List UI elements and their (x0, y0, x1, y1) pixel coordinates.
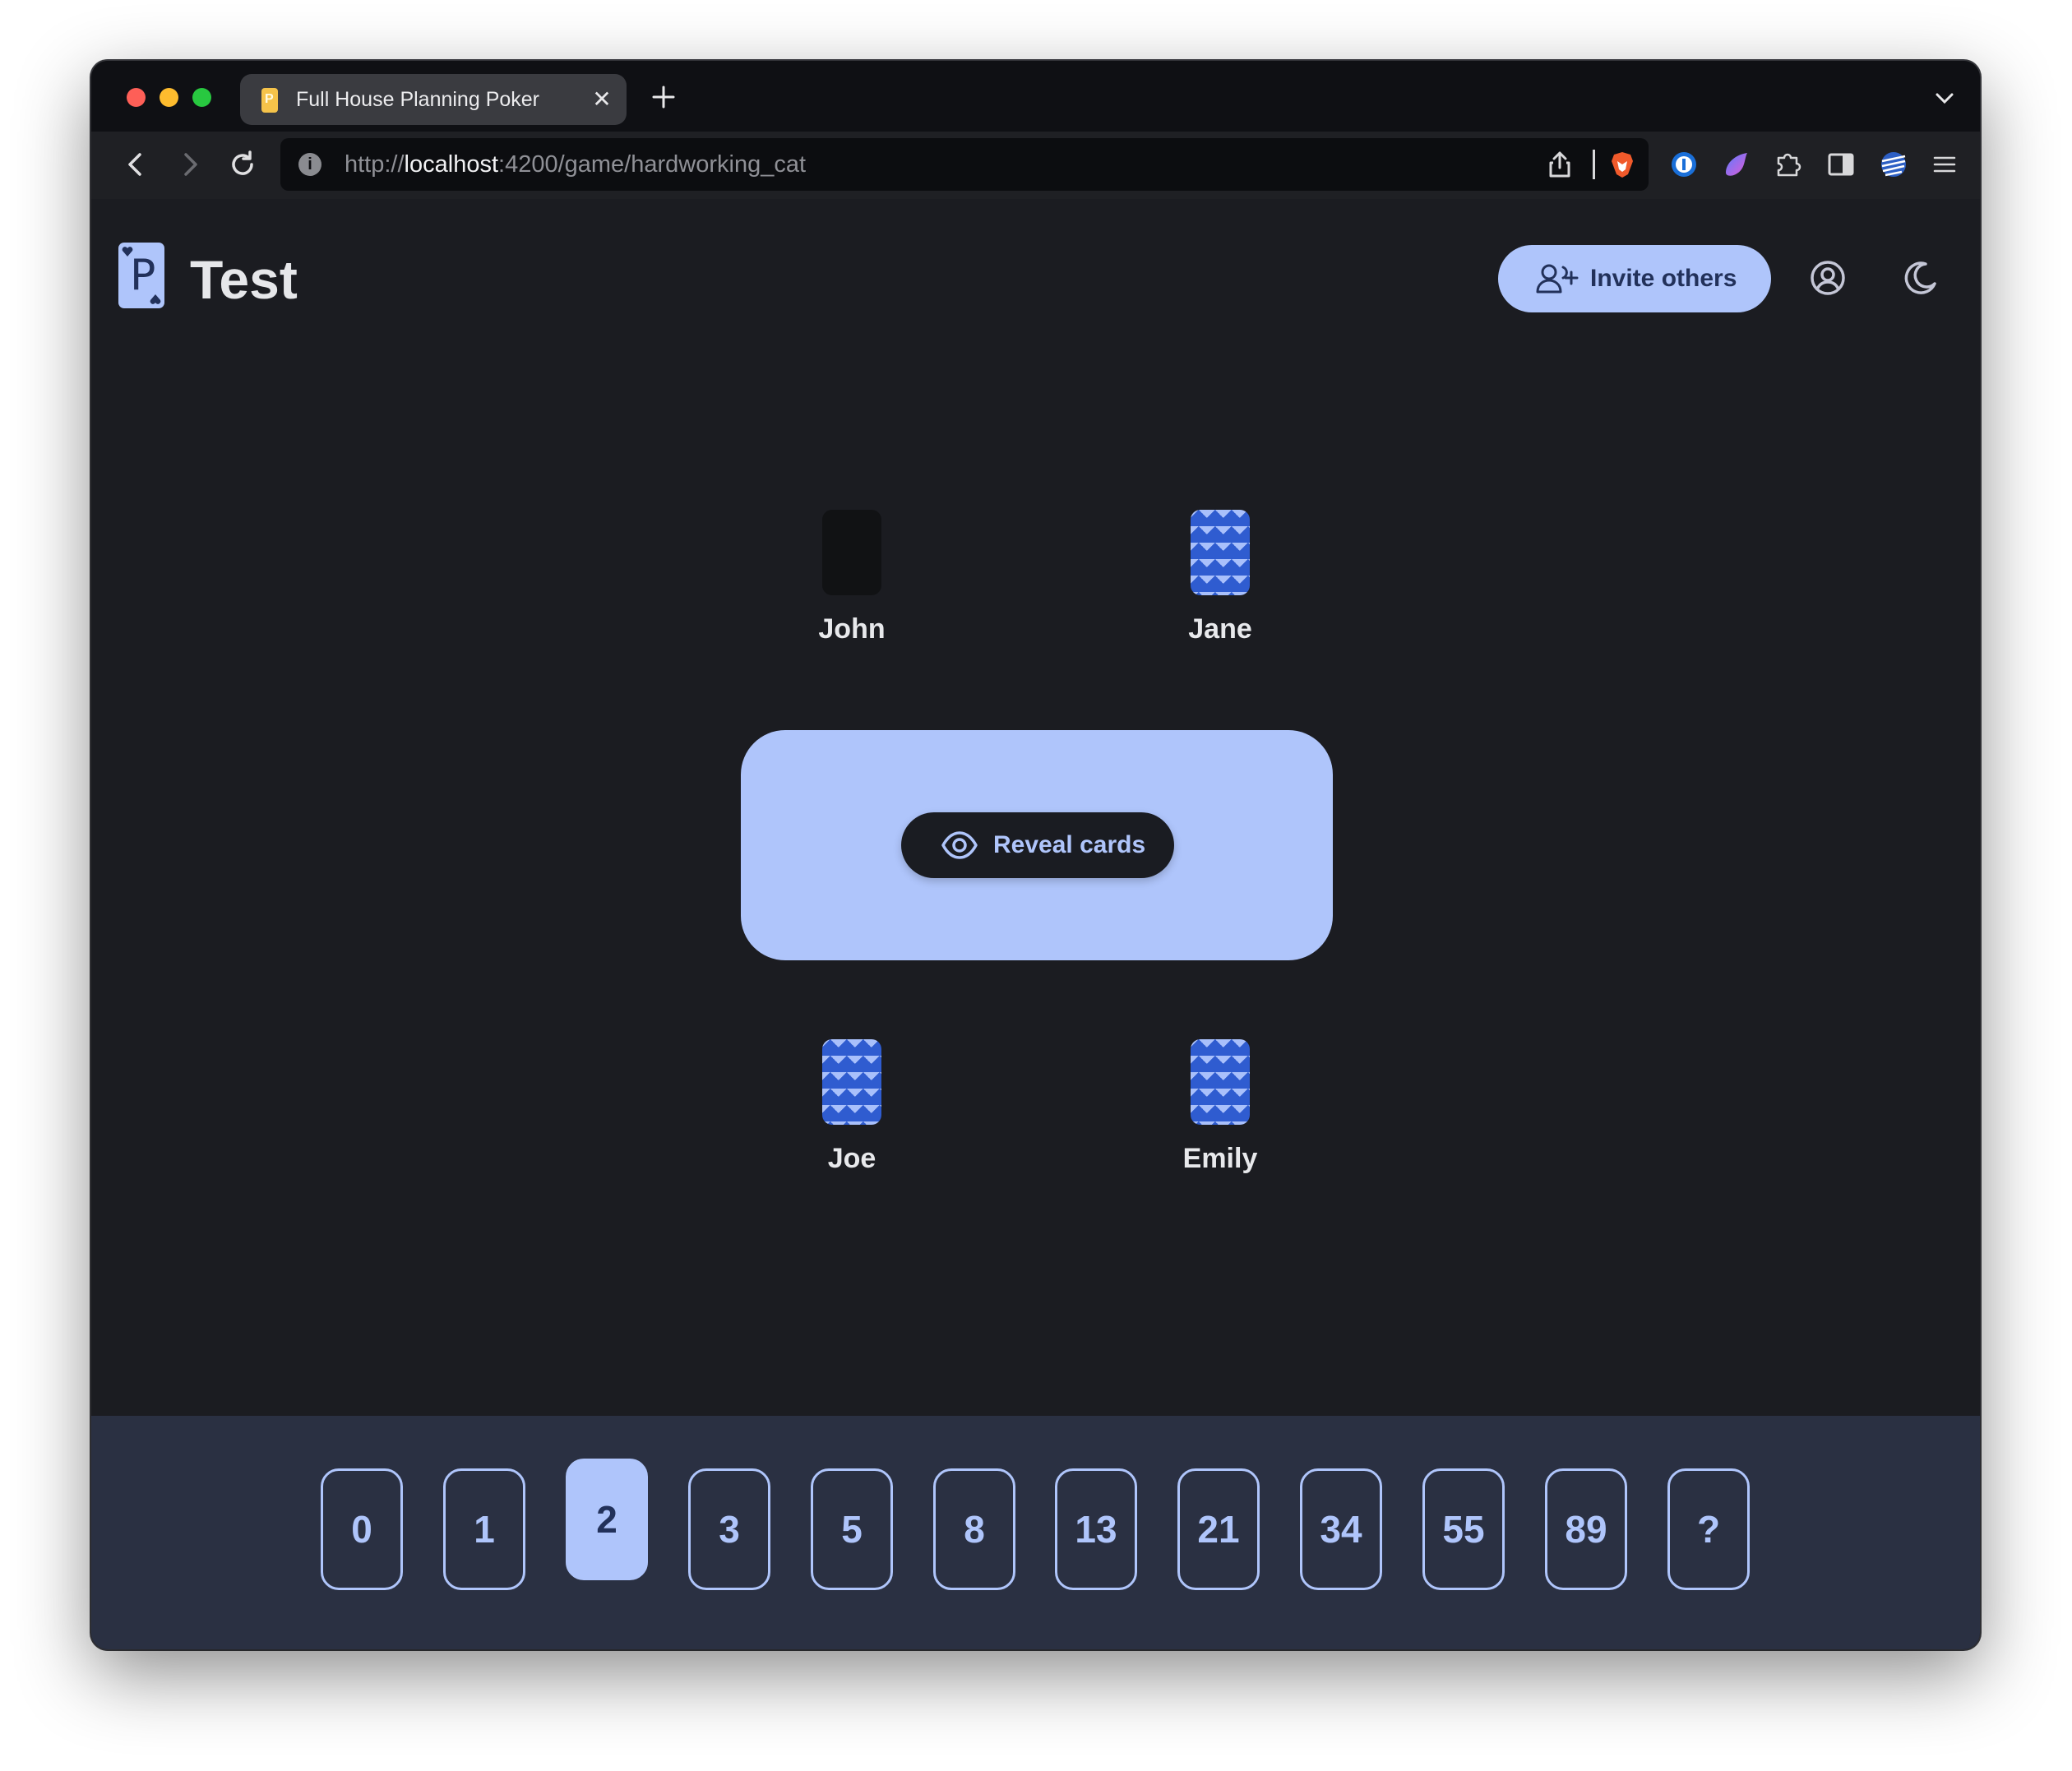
player-seat: Jane (1138, 510, 1302, 645)
deck-card-3[interactable]: 3 (688, 1468, 770, 1590)
close-window-button[interactable] (127, 88, 146, 107)
poker-card-logo[interactable]: P (118, 243, 164, 308)
reload-icon[interactable] (226, 148, 259, 181)
reveal-label: Reveal cards (993, 831, 1146, 858)
deck-card-2[interactable]: 2 (566, 1459, 648, 1580)
player-name: Jane (1188, 613, 1252, 645)
chevron-down-icon[interactable] (1932, 86, 1957, 110)
game-title: Test (190, 249, 298, 310)
heart-icon (150, 294, 161, 304)
heart-icon (122, 247, 133, 257)
player-card (1191, 1039, 1250, 1125)
deck-card-89[interactable]: 89 (1545, 1468, 1627, 1590)
player-card (1191, 510, 1250, 595)
address-bar[interactable]: i http://localhost:4200/game/hardworking… (280, 138, 1649, 191)
deck-card-0[interactable]: 0 (321, 1468, 403, 1590)
new-tab-icon[interactable] (649, 82, 678, 112)
player-card (822, 1039, 881, 1125)
browser-tab[interactable]: Full House Planning Poker ✕ (240, 74, 627, 125)
url-text: http://localhost:4200/game/hardworking_c… (345, 151, 807, 178)
profile-globe-icon[interactable] (1877, 148, 1910, 181)
password-manager-icon[interactable] (1667, 148, 1700, 181)
user-plus-icon (1536, 264, 1579, 294)
forward-icon[interactable] (173, 148, 206, 181)
close-tab-icon[interactable]: ✕ (589, 86, 615, 113)
deck-card-8[interactable]: 8 (933, 1468, 1015, 1590)
browser-window: Full House Planning Poker ✕ i http://loc… (91, 61, 1980, 1649)
site-info-icon[interactable]: i (298, 153, 321, 176)
tab-bar: Full House Planning Poker ✕ (91, 61, 1980, 132)
player-name: Joe (827, 1143, 876, 1174)
menu-icon[interactable] (1928, 148, 1961, 181)
reveal-cards-button[interactable]: Reveal cards (901, 812, 1174, 878)
minimize-window-button[interactable] (160, 88, 178, 107)
app-page: P Test Invite others John Jane Reveal ca… (91, 199, 1980, 1649)
divider (1593, 150, 1595, 179)
player-name: John (818, 613, 886, 645)
deck-card-1[interactable]: 1 (443, 1468, 525, 1590)
sidebar-icon[interactable] (1825, 148, 1857, 181)
share-icon[interactable] (1545, 150, 1575, 179)
brave-shield-icon[interactable] (1607, 150, 1637, 179)
deck-card-5[interactable]: 5 (811, 1468, 893, 1590)
extension-flame-icon[interactable] (1719, 148, 1752, 181)
deck-card-unknown[interactable]: ? (1667, 1468, 1750, 1590)
favicon-icon (261, 88, 278, 113)
player-seat: Joe (770, 1039, 934, 1175)
moon-icon[interactable] (1901, 258, 1940, 298)
card-deck: 0 1 2 3 5 8 13 21 34 55 89 ? (91, 1416, 1980, 1649)
deck-card-34[interactable]: 34 (1300, 1468, 1382, 1590)
maximize-window-button[interactable] (192, 88, 211, 107)
tab-title: Full House Planning Poker (296, 88, 539, 111)
back-icon[interactable] (119, 148, 152, 181)
puzzle-icon[interactable] (1772, 148, 1805, 181)
player-seat: Emily (1138, 1039, 1302, 1175)
invite-others-button[interactable]: Invite others (1498, 245, 1771, 312)
poker-table: Reveal cards (741, 730, 1333, 960)
invite-label: Invite others (1590, 265, 1737, 292)
deck-card-13[interactable]: 13 (1055, 1468, 1137, 1590)
player-seat: John (770, 510, 934, 645)
eye-icon (941, 831, 978, 859)
player-card (822, 510, 881, 595)
deck-card-21[interactable]: 21 (1177, 1468, 1260, 1590)
user-circle-icon[interactable] (1808, 258, 1848, 298)
deck-card-55[interactable]: 55 (1422, 1468, 1505, 1590)
browser-toolbar: i http://localhost:4200/game/hardworking… (91, 132, 1980, 199)
player-name: Emily (1182, 1143, 1258, 1174)
